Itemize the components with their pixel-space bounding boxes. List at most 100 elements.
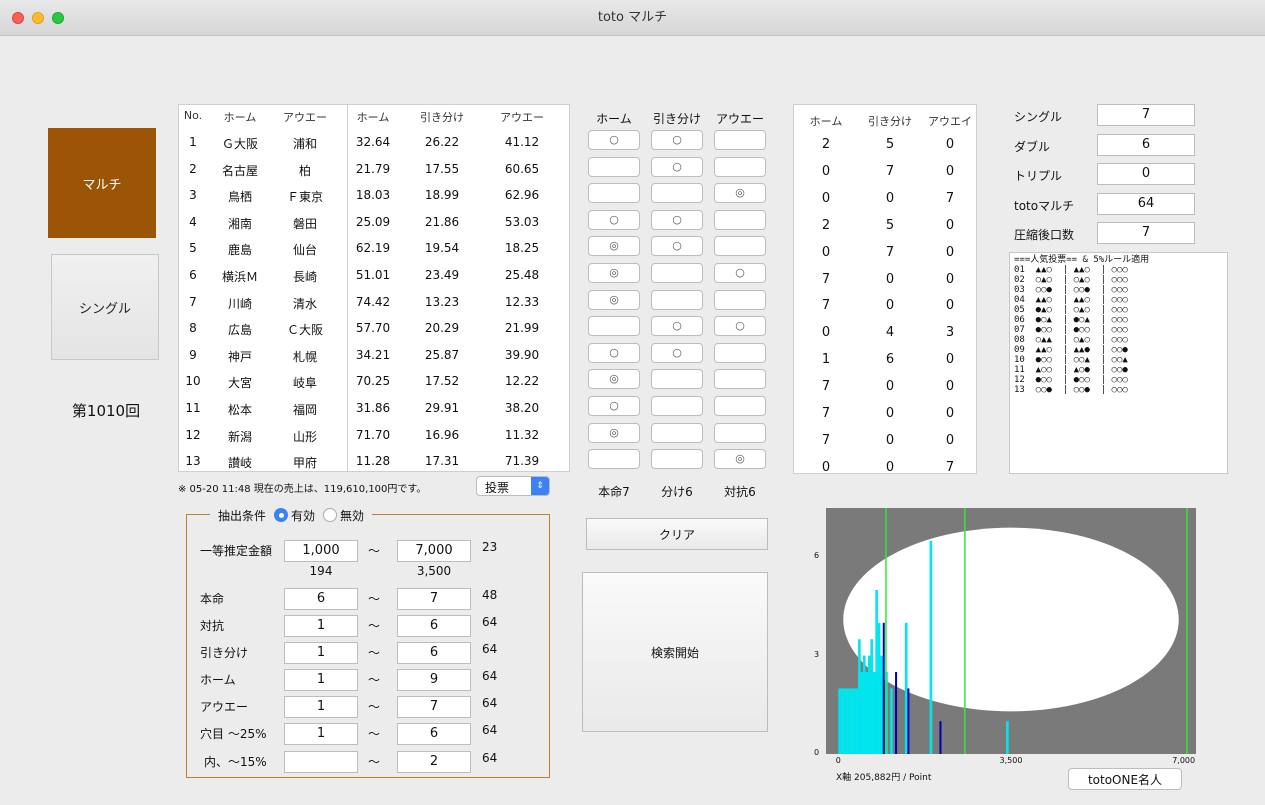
pick-toggle-button[interactable]: ◎ [588,263,640,283]
table-row[interactable]: 8 広島 Ｃ大阪 57.70 20.29 21.99 [179,315,569,341]
condition-min-field[interactable]: 1 [284,669,358,691]
condition-max-field[interactable]: 6 [397,615,471,637]
pick-toggle-button[interactable]: ◎ [714,449,766,470]
table-row[interactable]: 1 Ｇ大阪 浦和 32.64 26.22 41.12 [179,129,569,155]
pick-toggle-button[interactable] [651,396,703,416]
pick-toggle-button[interactable] [714,369,766,390]
table-cell: 神戸 [227,349,252,364]
table-row[interactable]: 7 川崎 清水 74.42 13.23 12.33 [179,289,569,315]
pick-toggle-button[interactable]: ○ [588,130,640,150]
table-row[interactable]: 11 松本 福岡 31.86 29.91 38.20 [179,395,569,421]
stat-value-field[interactable]: 7 [1097,104,1195,126]
counts-cell: 6 [885,352,895,368]
table-cell: 6 [189,268,197,282]
column-header[interactable]: 引き分け [409,109,475,125]
condition-max-field[interactable]: 6 [397,642,471,664]
pick-toggle-button[interactable]: ○ [588,209,640,230]
pick-toggle-button[interactable]: ○ [651,156,703,177]
multi-mode-button[interactable]: マルチ [48,128,156,238]
table-row[interactable]: 13 讃岐 甲府 11.28 17.31 71.39 [179,448,569,474]
radio-enabled[interactable]: 有効 [274,507,315,524]
table-row[interactable]: 12 新潟 山形 71.70 16.96 11.32 [179,422,569,448]
table-row[interactable]: 10 大宮 岐阜 70.25 17.52 12.22 [179,368,569,394]
condition-max-field[interactable]: 2 [397,751,471,773]
vote-select[interactable]: 投票 ⇕ [476,476,550,496]
totoone-button[interactable]: totoONE名人 [1068,768,1182,790]
stat-value-field[interactable]: 0 [1097,163,1195,185]
pick-toggle-button[interactable] [651,369,703,390]
stat-value-field[interactable]: 6 [1097,133,1195,156]
pick-toggle-button[interactable] [651,422,703,443]
condition-max-field[interactable]: 6 [397,723,471,745]
search-start-button[interactable]: 検索開始 [582,572,768,732]
window-title: toto マルチ [597,10,668,25]
table-cell: 19.54 [424,241,460,256]
counts-cell: 0 [885,379,895,395]
condition-min-field[interactable]: 1 [284,615,358,637]
table-row[interactable]: 4 湘南 磐田 25.09 21.86 53.03 [179,209,569,235]
radio-disabled[interactable]: 無効 [323,507,364,524]
condition-label: 一等推定金額 [200,544,273,558]
pick-toggle-button[interactable]: ○ [651,236,703,257]
pick-toggle-button[interactable] [714,209,766,230]
pick-toggle-button[interactable] [588,156,640,177]
condition-min-field[interactable]: 1 [284,723,358,745]
pick-toggle-button[interactable]: ○ [651,316,703,337]
condition-min-field[interactable]: 1 [284,642,358,664]
pick-toggle-button[interactable] [714,342,766,363]
condition-max-field[interactable]: 7 [397,588,471,610]
pick-toggle-button[interactable] [651,289,703,310]
pick-toggle-button[interactable]: ○ [588,396,640,416]
pick-toggle-button[interactable] [714,130,766,150]
counts-cell: 0 [821,163,831,179]
column-header[interactable]: アウエー [273,109,337,125]
pick-toggle-button[interactable]: ◎ [588,369,640,390]
condition-min-field[interactable]: 6 [284,588,358,610]
clear-button[interactable]: クリア [586,518,768,550]
condition-count: 64 [482,751,498,765]
pick-toggle-button[interactable] [588,183,640,204]
pick-toggle-button[interactable]: ○ [588,342,640,363]
condition-max-field[interactable]: 7,000 [397,540,471,562]
pick-toggle-button[interactable] [714,289,766,310]
pick-toggle-button[interactable] [651,449,703,470]
stat-value-field[interactable]: 64 [1097,192,1195,215]
pick-toggle-button[interactable]: ○ [651,130,703,150]
table-row[interactable]: 6 横浜Ｍ 長崎 51.01 23.49 25.48 [179,262,569,288]
condition-min-field[interactable] [284,751,358,773]
stat-label: シングル [1014,110,1063,124]
pick-toggle-button[interactable] [651,183,703,204]
pick-toggle-button[interactable]: ◎ [714,183,766,204]
condition-min-field[interactable]: 1 [284,696,358,718]
table-cell: 20.29 [424,321,460,336]
pick-toggle-button[interactable]: ○ [651,342,703,363]
condition-min-field[interactable]: 1,000 [284,540,358,562]
pick-toggle-button[interactable]: ◎ [588,289,640,310]
pick-toggle-button[interactable] [714,396,766,416]
pick-toggle-button[interactable] [714,236,766,257]
column-header[interactable]: No. [179,109,207,122]
table-row[interactable]: 5 鹿島 仙台 62.19 19.54 18.25 [179,235,569,261]
pick-toggle-button[interactable] [588,449,640,470]
pick-toggle-button[interactable] [651,263,703,283]
single-mode-button[interactable]: シングル [51,254,159,360]
table-cell: 甲府 [292,456,317,471]
pick-toggle-button[interactable]: ○ [651,209,703,230]
pick-toggle-button[interactable]: ○ [714,263,766,283]
pick-toggle-button[interactable]: ◎ [588,422,640,443]
stat-value-field[interactable]: 7 [1097,222,1195,244]
condition-max-field[interactable]: 9 [397,669,471,691]
table-row[interactable]: 2 名古屋柏 21.79 17.55 60.65 [179,156,569,182]
table-cell: 仙台 [292,243,317,258]
pick-toggle-button[interactable] [588,316,640,337]
pick-toggle-button[interactable] [714,156,766,177]
pick-toggle-button[interactable]: ◎ [588,236,640,257]
condition-max-field[interactable]: 7 [397,696,471,718]
table-row[interactable]: 3 鳥栖 Ｆ東京 18.03 18.99 62.96 [179,182,569,208]
pick-toggle-button[interactable]: ○ [714,316,766,337]
pick-toggle-button[interactable] [714,422,766,443]
column-header[interactable]: アウエー [475,109,569,125]
table-row[interactable]: 9 神戸 札幌 34.21 25.87 39.90 [179,342,569,368]
round-label: 第1010回 [71,402,141,420]
column-header[interactable]: ホーム [207,109,273,125]
